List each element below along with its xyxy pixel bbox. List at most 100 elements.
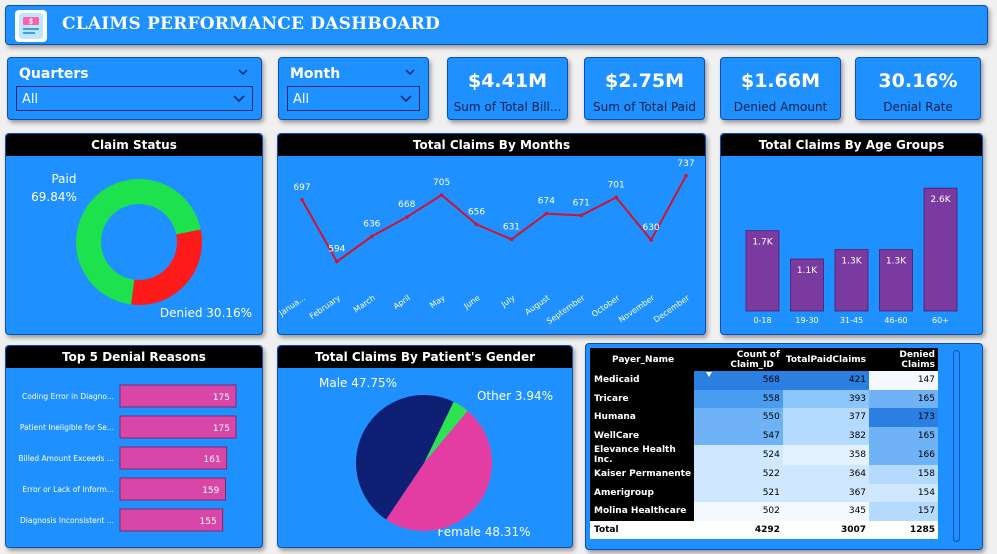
data-label: 705 — [433, 178, 450, 188]
page-title: CLAIMS PERFORMANCE DASHBOARD — [62, 14, 440, 34]
data-point[interactable] — [579, 213, 584, 218]
table-row[interactable]: Elevance Health Inc. 524 358 166 — [590, 445, 938, 465]
bar-value-label: 1.3K — [841, 257, 862, 267]
data-point[interactable] — [684, 174, 688, 178]
table-row[interactable]: Kaiser Permanente 522 364 158 — [590, 465, 938, 484]
table-row[interactable]: Humana 550 377 173 — [590, 408, 938, 427]
data-point[interactable] — [509, 237, 514, 242]
value-cell: 502 — [694, 502, 783, 521]
value-cell: 154 — [869, 483, 938, 502]
table-row[interactable]: Amerigroup 521 367 154 — [590, 483, 938, 502]
y-tick-label: Billed Amount Exceeds ... — [18, 454, 114, 463]
table-scrollbar[interactable] — [953, 350, 960, 542]
y-tick-label: Coding Error in Diagno... — [22, 392, 114, 401]
total-cell: 4292 — [694, 520, 783, 539]
payer-name-cell: Tricare — [590, 389, 695, 408]
data-point[interactable] — [439, 193, 444, 197]
chevron-down-icon[interactable] — [237, 66, 249, 78]
value-cell: 165 — [869, 426, 938, 445]
bar[interactable] — [923, 187, 958, 312]
table-header-row: Payer_Name Count of Claim_ID TotalPaidCl… — [590, 348, 938, 377]
value-cell: 364 — [782, 465, 870, 484]
value-cell: 558 — [694, 389, 783, 408]
gender-visual[interactable]: Total Claims By Patient's Gender Male 47… — [277, 345, 573, 548]
data-label: 594 — [328, 245, 345, 255]
data-point[interactable] — [614, 195, 618, 200]
bar-value-label: 161 — [204, 455, 221, 465]
kpi-denied-amount: $1.66M Denied Amount — [720, 57, 841, 120]
column-header[interactable]: Payer_Name — [590, 348, 695, 371]
y-tick-label: Patient Ineligible for Se... — [20, 423, 114, 432]
x-tick-label: 0-18 — [753, 316, 771, 325]
claim-status-chart: Paid 69.84% Denied 30.16% — [31, 172, 252, 320]
payer-name-cell: Elevance Health Inc. — [590, 445, 695, 465]
data-point[interactable] — [544, 211, 549, 216]
data-point[interactable] — [300, 198, 304, 202]
age-groups-chart: 1.7K 0-18 1.1K 19-30 1.3K 31-45 1.3K 46-60 2.6K 6… — [745, 187, 958, 325]
table-row[interactable]: WellCare 547 382 165 — [590, 426, 938, 445]
bar-value-label: 2.6K — [930, 195, 951, 205]
age-groups-visual[interactable]: Total Claims By Age Groups 1.7K 0-18 1.1K 1… — [720, 133, 983, 335]
dashboard-header: $ CLAIMS PERFORMANCE DASHBOARD — [5, 5, 988, 45]
table-row[interactable]: Medicaid 568 421 147 — [590, 371, 938, 390]
data-point[interactable] — [474, 222, 479, 227]
claim-status-visual[interactable]: Claim Status Paid 69.84% Denied 30.16% — [5, 133, 263, 335]
table-row[interactable]: Tricare 558 393 165 — [590, 389, 938, 408]
value-cell: 166 — [869, 445, 938, 465]
column-header[interactable]: Count of Claim_ID — [694, 348, 783, 377]
payer-name-cell: Medicaid — [590, 371, 695, 390]
data-point[interactable] — [335, 259, 339, 264]
kpi-value: $2.75M — [604, 70, 684, 92]
column-header[interactable]: Denied Claims — [869, 348, 938, 371]
data-point[interactable] — [649, 238, 653, 242]
kpi-denial-rate: 30.16% Denial Rate — [855, 57, 981, 120]
value-cell: 393 — [782, 389, 870, 408]
payer-name-cell: Molina Healthcare — [590, 502, 695, 521]
denial-reasons-chart: 175 Coding Error in Diagno... 175 Patient I… — [18, 384, 237, 532]
value-cell: 524 — [694, 445, 783, 465]
kpi-total-billed: $4.41M Sum of Total Bill... — [447, 57, 568, 120]
data-label: 701 — [608, 180, 625, 190]
x-tick-label: June — [461, 293, 481, 311]
y-tick-label: Diagnosis Inconsistent ... — [20, 516, 114, 525]
data-label: 668 — [398, 200, 415, 210]
bar-value-label: 175 — [213, 424, 230, 434]
bar-value-label: 175 — [213, 393, 230, 403]
chevron-down-icon — [233, 95, 245, 103]
denied-label: Denied 30.16% — [160, 306, 252, 320]
x-tick-label: August — [523, 293, 551, 316]
sort-desc-icon — [705, 371, 712, 377]
value-cell: 547 — [694, 426, 783, 445]
quarters-slicer[interactable]: Quarters All — [7, 57, 262, 120]
chevron-down-icon[interactable] — [404, 66, 416, 78]
month-dropdown[interactable]: All — [287, 86, 420, 111]
data-point[interactable] — [404, 215, 409, 219]
other-label: Other 3.94% — [477, 389, 553, 403]
value-cell: 358 — [782, 445, 870, 465]
gender-chart: Male 47.75% Other 3.94% Female 48.31% — [319, 376, 553, 539]
claims-logo-icon: $ — [15, 10, 47, 42]
payer-table-visual[interactable]: Payer_Name Count of Claim_ID TotalPaidCl… — [585, 343, 983, 550]
claims-by-months-visual[interactable]: Total Claims By Months 697 Janua... 594 Feb… — [277, 133, 706, 335]
denial-reasons-visual[interactable]: Top 5 Denial Reasons 175 Coding Error in … — [5, 345, 263, 548]
data-label: 674 — [538, 197, 555, 207]
kpi-label: Sum of Total Bill... — [453, 100, 562, 114]
value-cell: 377 — [782, 408, 870, 427]
payer-name-cell: Kaiser Permanente — [590, 465, 695, 484]
kpi-value: 30.16% — [878, 70, 958, 92]
payer-name-cell: WellCare — [590, 426, 695, 445]
table-total-row: Total 4292 3007 1285 — [590, 520, 938, 539]
x-tick-label: November — [617, 293, 657, 325]
paid-label-name: Paid — [51, 172, 76, 186]
data-point[interactable] — [370, 234, 374, 239]
y-tick-label: Error or Lack of Inform... — [22, 485, 114, 494]
month-slicer[interactable]: Month All — [278, 57, 429, 120]
table-row[interactable]: Molina Healthcare 502 345 157 — [590, 502, 938, 521]
value-cell: 157 — [869, 502, 938, 521]
kpi-total-paid: $2.75M Sum of Total Paid — [584, 57, 705, 120]
value-cell: 158 — [869, 465, 938, 484]
column-header-label: Count of Claim_ID — [730, 349, 780, 370]
quarters-dropdown[interactable]: All — [16, 86, 253, 111]
column-header[interactable]: TotalPaidClaims — [782, 348, 870, 371]
x-tick-label: 46-60 — [884, 316, 907, 325]
